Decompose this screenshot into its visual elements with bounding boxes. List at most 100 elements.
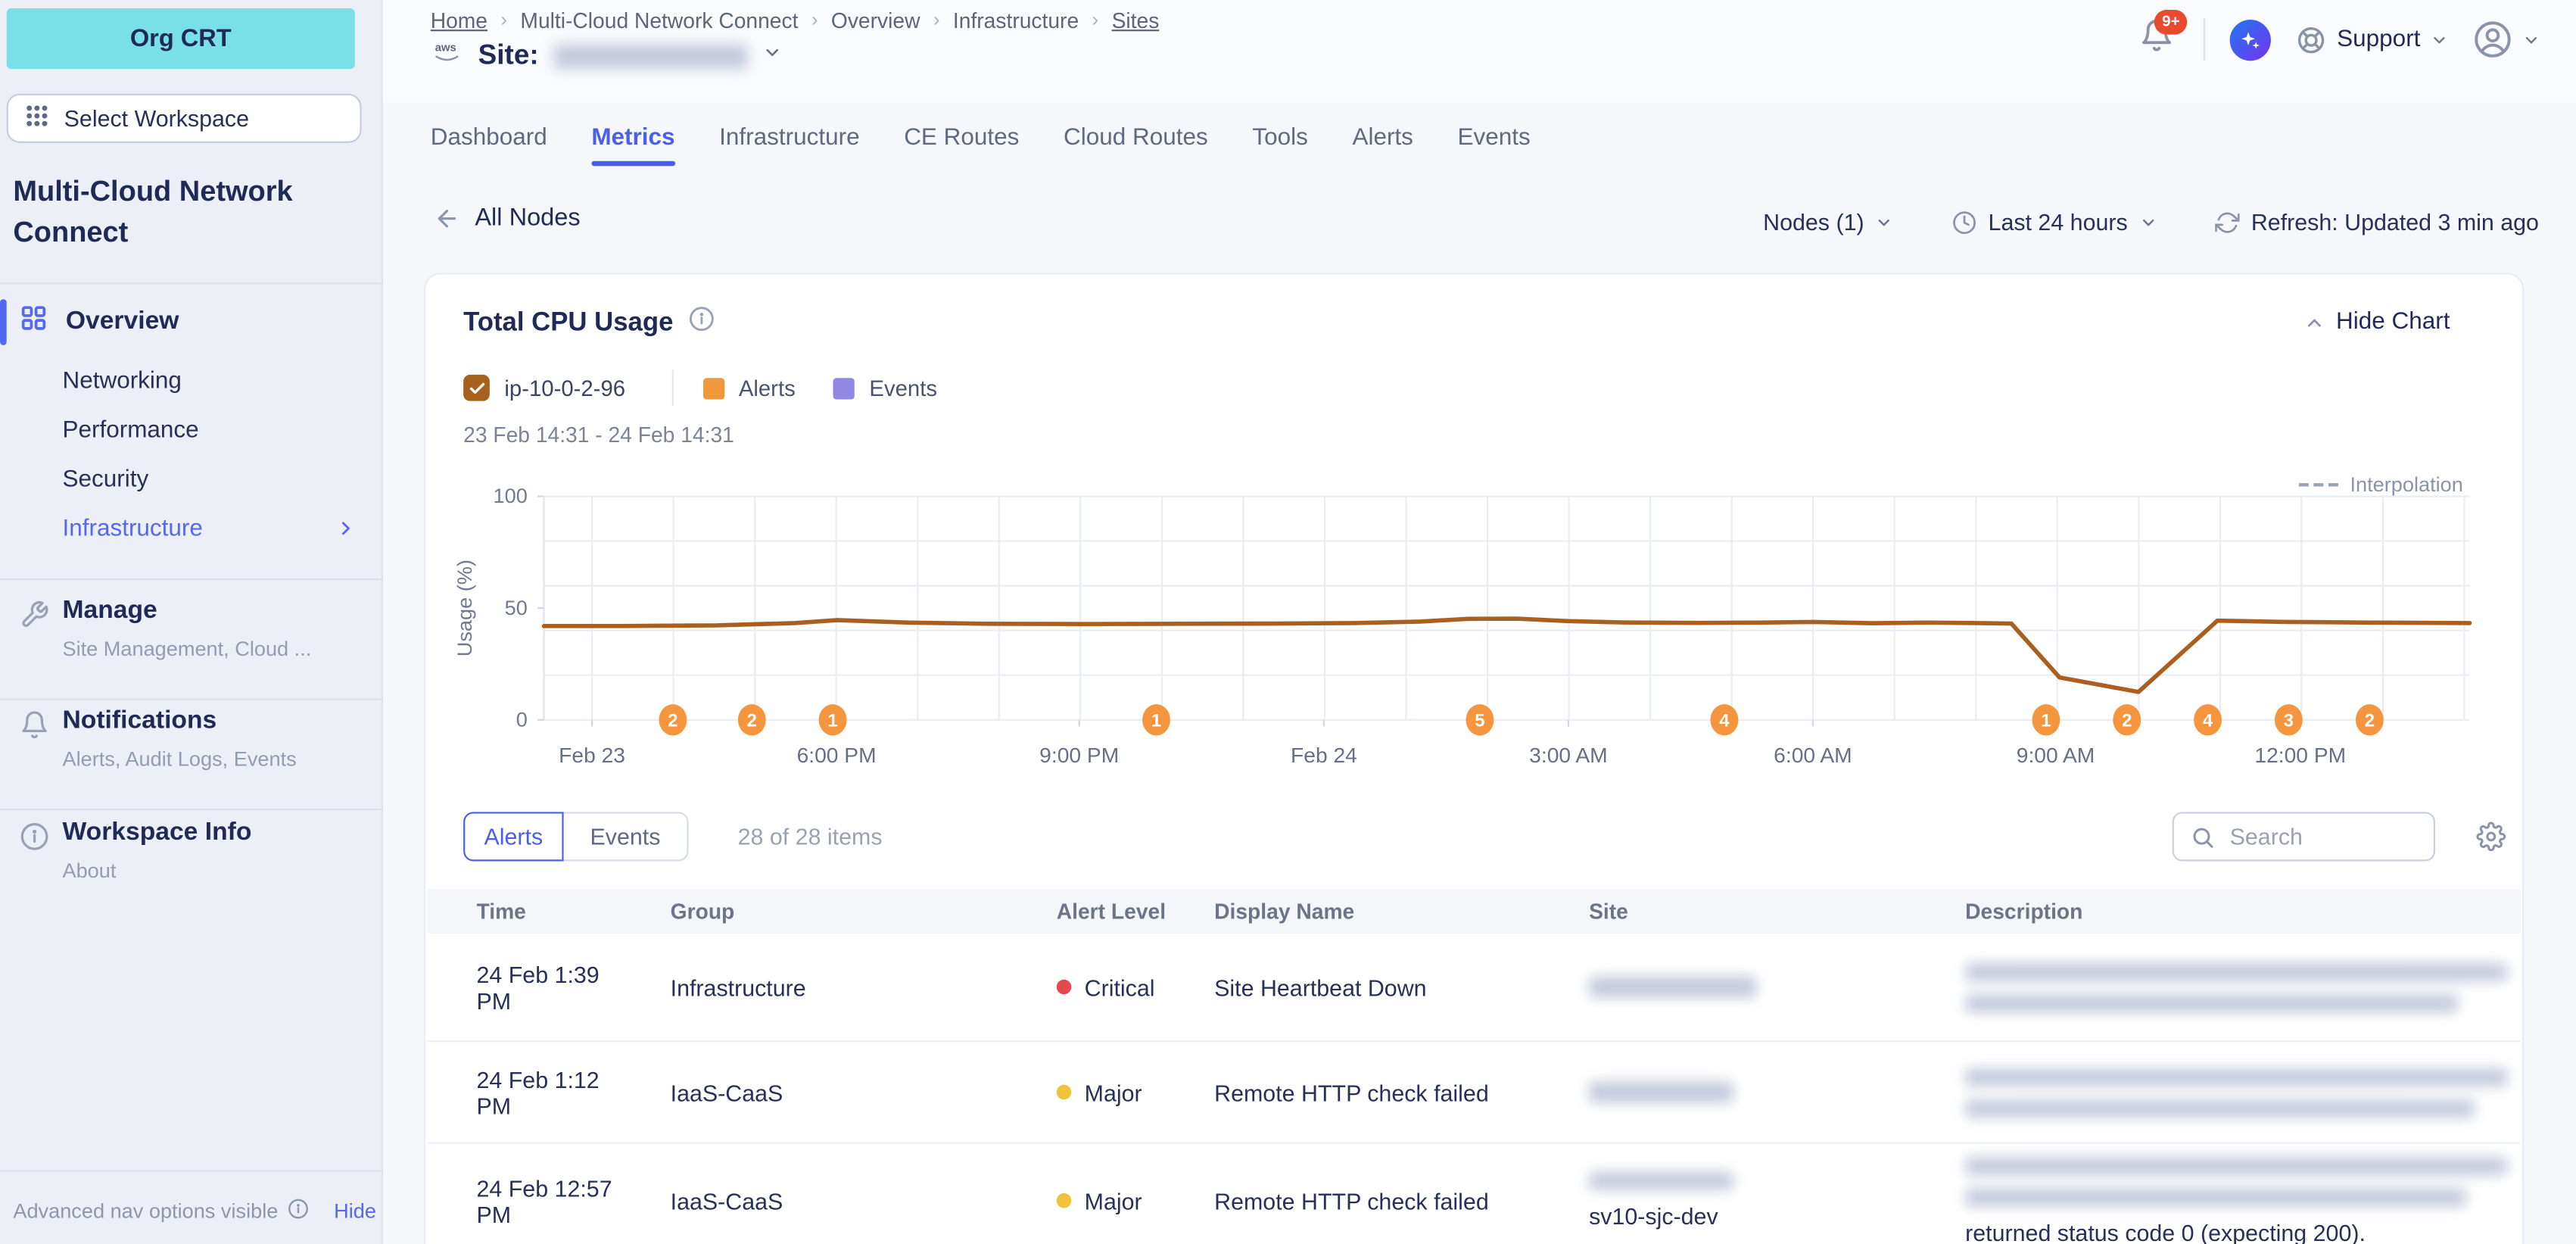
tab-dashboard[interactable]: Dashboard bbox=[431, 125, 547, 151]
svg-text:Feb 23: Feb 23 bbox=[559, 743, 625, 767]
cell-display-name: Remote HTTP check failed bbox=[1214, 1187, 1589, 1214]
sidebar-item-notifications[interactable]: Notifications Alerts, Audit Logs, Events bbox=[0, 706, 383, 771]
cell-site-redacted bbox=[1589, 976, 1965, 997]
events-tab-button[interactable]: Events bbox=[562, 812, 688, 861]
chevron-down-icon bbox=[2522, 30, 2540, 48]
svg-text:6:00 AM: 6:00 AM bbox=[1774, 743, 1852, 767]
series-checkbox[interactable] bbox=[463, 375, 490, 401]
manage-subtitle: Site Management, Cloud ... bbox=[62, 638, 382, 660]
svg-text:2: 2 bbox=[747, 710, 757, 731]
chevron-down-icon bbox=[2430, 30, 2448, 48]
nodes-dropdown[interactable]: Nodes (1) bbox=[1763, 204, 1894, 240]
breadcrumb-item[interactable]: Overview bbox=[831, 8, 920, 33]
hide-chart-button[interactable]: Hide Chart bbox=[2303, 309, 2450, 335]
divider bbox=[0, 699, 383, 700]
search-input[interactable] bbox=[2226, 822, 2413, 851]
breadcrumb-separator: › bbox=[500, 8, 507, 31]
sidebar-item-security[interactable]: Security bbox=[0, 455, 383, 504]
alerts-legend-label: Alerts bbox=[739, 376, 796, 401]
tab-infrastructure[interactable]: Infrastructure bbox=[719, 125, 859, 151]
notifications-subtitle: Alerts, Audit Logs, Events bbox=[62, 748, 382, 771]
svg-text:1: 1 bbox=[827, 710, 837, 731]
svg-text:4: 4 bbox=[1719, 710, 1730, 731]
tab-events[interactable]: Events bbox=[1458, 125, 1531, 151]
sidebar-item-workspace-info[interactable]: Workspace Info About bbox=[0, 818, 383, 883]
level-dot bbox=[1057, 1085, 1072, 1100]
svg-text:4: 4 bbox=[2203, 710, 2213, 731]
table-body: 24 Feb 1:39 PM Infrastructure Critical S… bbox=[427, 934, 2520, 1244]
time-range-label: Last 24 hours bbox=[1989, 209, 2128, 235]
cell-group: Infrastructure bbox=[671, 974, 1057, 1000]
svg-text:9:00 AM: 9:00 AM bbox=[2017, 743, 2095, 767]
sidebar-item-manage[interactable]: Manage Site Management, Cloud ... bbox=[0, 597, 383, 661]
chart-title: Total CPU Usage bbox=[463, 308, 673, 338]
alerts-tab-button[interactable]: Alerts bbox=[463, 812, 563, 861]
breadcrumb-item[interactable]: Infrastructure bbox=[953, 8, 1079, 33]
svg-text:12:00 PM: 12:00 PM bbox=[2254, 743, 2346, 767]
time-range-dropdown[interactable]: Last 24 hours bbox=[1952, 204, 2157, 240]
support-menu[interactable]: Support bbox=[2296, 23, 2448, 55]
cell-group: IaaS-CaaS bbox=[671, 1187, 1057, 1214]
refresh-button[interactable]: Refresh: Updated 3 min ago bbox=[2215, 204, 2539, 240]
chevron-down-icon[interactable] bbox=[762, 41, 782, 70]
table-row[interactable]: 24 Feb 12:57 PM IaaS-CaaS Major Remote H… bbox=[427, 1144, 2520, 1244]
divider bbox=[0, 1171, 383, 1172]
svg-text:Feb 24: Feb 24 bbox=[1291, 743, 1357, 767]
grid-dots-icon bbox=[25, 104, 50, 133]
breadcrumb-separator: › bbox=[1092, 8, 1099, 31]
search-icon bbox=[2191, 825, 2216, 850]
sidebar-item-performance[interactable]: Performance bbox=[0, 406, 383, 455]
cell-description-partially-redacted: returned status code 0 (expecting 200). bbox=[1965, 1156, 2540, 1244]
user-menu[interactable] bbox=[2473, 20, 2540, 59]
cell-display-name: Remote HTTP check failed bbox=[1214, 1079, 1589, 1105]
tab-tools[interactable]: Tools bbox=[1252, 125, 1307, 151]
tab-ce-routes[interactable]: CE Routes bbox=[904, 125, 1019, 151]
chevron-right-icon bbox=[335, 518, 357, 546]
user-avatar-icon bbox=[2473, 20, 2512, 59]
select-workspace-label: Select Workspace bbox=[64, 105, 249, 132]
divider bbox=[0, 282, 383, 284]
svg-text:aws: aws bbox=[435, 42, 456, 54]
back-all-nodes[interactable]: All Nodes bbox=[434, 204, 581, 232]
hide-nav-link[interactable]: Hide bbox=[334, 1200, 376, 1223]
level-dot bbox=[1057, 1193, 1072, 1208]
table-row[interactable]: 24 Feb 1:39 PM Infrastructure Critical S… bbox=[427, 934, 2520, 1042]
tab-metrics[interactable]: Metrics bbox=[591, 125, 674, 151]
workspace-info-label: Workspace Info bbox=[62, 818, 382, 848]
sidebar-item-infrastructure[interactable]: Infrastructure bbox=[0, 504, 383, 553]
table-row[interactable]: 24 Feb 1:12 PM IaaS-CaaS Major Remote HT… bbox=[427, 1042, 2520, 1144]
select-workspace-button[interactable]: Select Workspace bbox=[7, 94, 362, 143]
chevron-up-icon bbox=[2303, 311, 2325, 332]
col-display-name: Display Name bbox=[1214, 899, 1589, 924]
active-indicator bbox=[0, 299, 6, 345]
app-window: Org CRT Select Workspace Multi-Cloud Net… bbox=[0, 0, 2576, 1244]
cell-description-redacted bbox=[1965, 962, 2540, 1012]
cell-alert-level: Major bbox=[1057, 1079, 1214, 1105]
info-icon bbox=[288, 1198, 309, 1224]
breadcrumb-item[interactable]: Home bbox=[431, 8, 487, 33]
sidebar-overview-label: Overview bbox=[66, 307, 179, 337]
col-description: Description bbox=[1965, 899, 2487, 924]
svg-text:0: 0 bbox=[516, 707, 528, 731]
cell-site-redacted bbox=[1589, 1081, 1965, 1102]
ai-assistant-button[interactable] bbox=[2230, 19, 2271, 60]
tab-alerts[interactable]: Alerts bbox=[1352, 125, 1413, 151]
cell-alert-level: Major bbox=[1057, 1187, 1214, 1214]
breadcrumb-item[interactable]: Multi-Cloud Network Connect bbox=[520, 8, 798, 33]
breadcrumb: Home › Multi-Cloud Network Connect › Overvie… bbox=[431, 5, 1160, 35]
notifications-bell-button[interactable]: 9+ bbox=[2140, 18, 2179, 61]
sidebar-item-label: Infrastructure bbox=[62, 516, 202, 543]
refresh-label: Refresh: Updated 3 min ago bbox=[2251, 209, 2539, 235]
breadcrumb-item[interactable]: Sites bbox=[1112, 8, 1160, 33]
cell-time: 24 Feb 1:39 PM bbox=[477, 961, 671, 1013]
refresh-icon bbox=[2215, 210, 2240, 235]
table-settings-gear-button[interactable] bbox=[2476, 822, 2506, 859]
svg-text:100: 100 bbox=[494, 484, 528, 507]
sidebar-item-networking[interactable]: Networking bbox=[0, 357, 383, 406]
site-label: Site: bbox=[478, 39, 539, 72]
info-icon[interactable] bbox=[688, 306, 715, 341]
sidebar-item-overview[interactable]: Overview bbox=[0, 296, 383, 348]
tab-cloud-routes[interactable]: Cloud Routes bbox=[1064, 125, 1208, 151]
lifebuoy-icon bbox=[2296, 23, 2327, 55]
cpu-usage-chart[interactable]: 050100Usage (%)Feb 236:00 PM9:00 PMFeb 2… bbox=[445, 483, 2499, 775]
